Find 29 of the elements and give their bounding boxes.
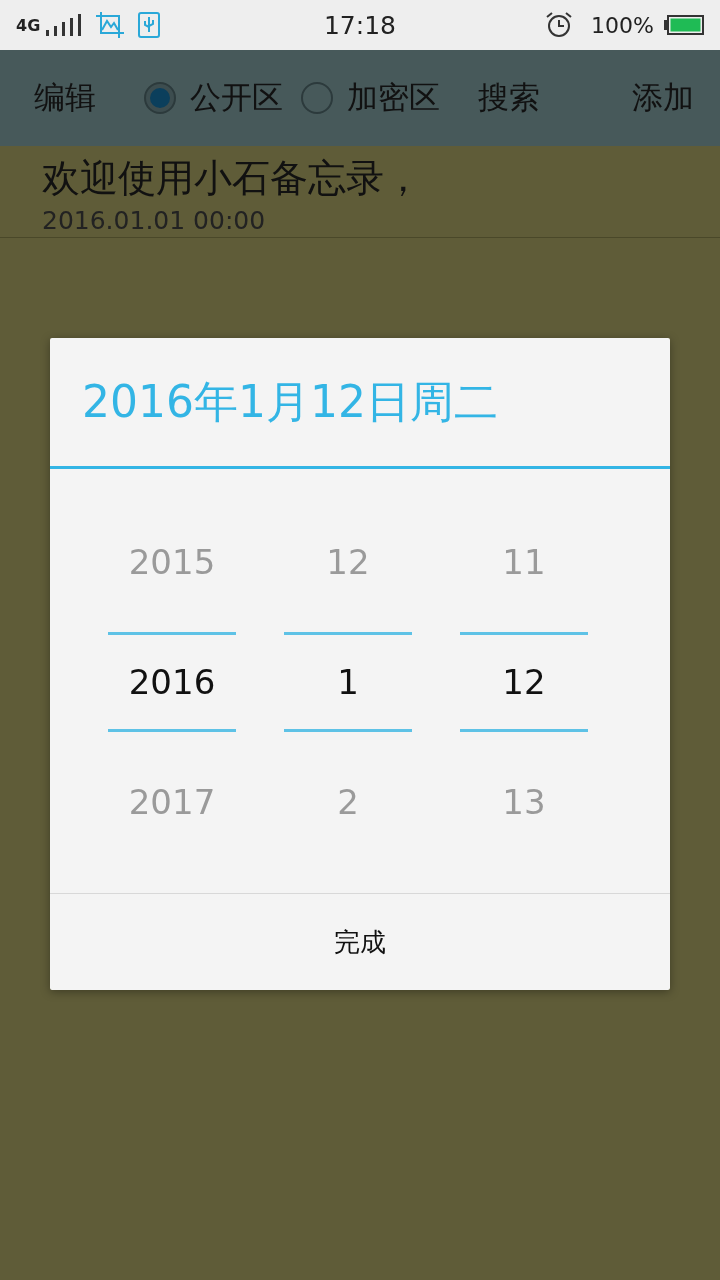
usb-icon <box>138 12 161 38</box>
picker-option[interactable]: 12 <box>284 502 412 622</box>
battery-percent: 100% <box>591 12 654 38</box>
note-item[interactable]: 欢迎使用小石备忘录， 2016.01.01 00:00 <box>0 146 720 238</box>
clock-time: 17:18 <box>322 10 397 40</box>
picker-option[interactable]: 2 <box>284 742 412 862</box>
picker-selected-value[interactable]: 1 <box>284 632 412 732</box>
picker-selected-value[interactable]: 12 <box>460 632 588 732</box>
picker-option[interactable]: 11 <box>460 502 588 622</box>
picker-option[interactable]: 2015 <box>108 502 236 622</box>
picker-option[interactable]: 2017 <box>108 742 236 862</box>
radio-button[interactable] <box>301 82 333 114</box>
battery-icon <box>664 15 704 35</box>
edit-button[interactable]: 编辑 <box>34 77 96 119</box>
picker-option[interactable]: 13 <box>460 742 588 862</box>
dialog-title: 2016年1月12日周二 <box>82 374 498 429</box>
alarm-icon <box>545 11 574 39</box>
note-date: 2016.01.01 00:00 <box>42 206 267 235</box>
image-icon <box>96 12 125 38</box>
radio-label: 加密区 <box>347 78 440 117</box>
add-button[interactable]: 添加 <box>632 77 694 119</box>
done-button[interactable]: 完成 <box>50 894 670 990</box>
note-title: 欢迎使用小石备忘录， <box>42 155 423 202</box>
signal-icon <box>46 14 83 36</box>
radio-button[interactable] <box>144 82 176 114</box>
search-button[interactable]: 搜索 <box>478 77 540 119</box>
radio-label: 公开区 <box>190 78 283 117</box>
picker-selected-value[interactable]: 2016 <box>108 632 236 732</box>
network-type: 4G <box>16 15 41 35</box>
